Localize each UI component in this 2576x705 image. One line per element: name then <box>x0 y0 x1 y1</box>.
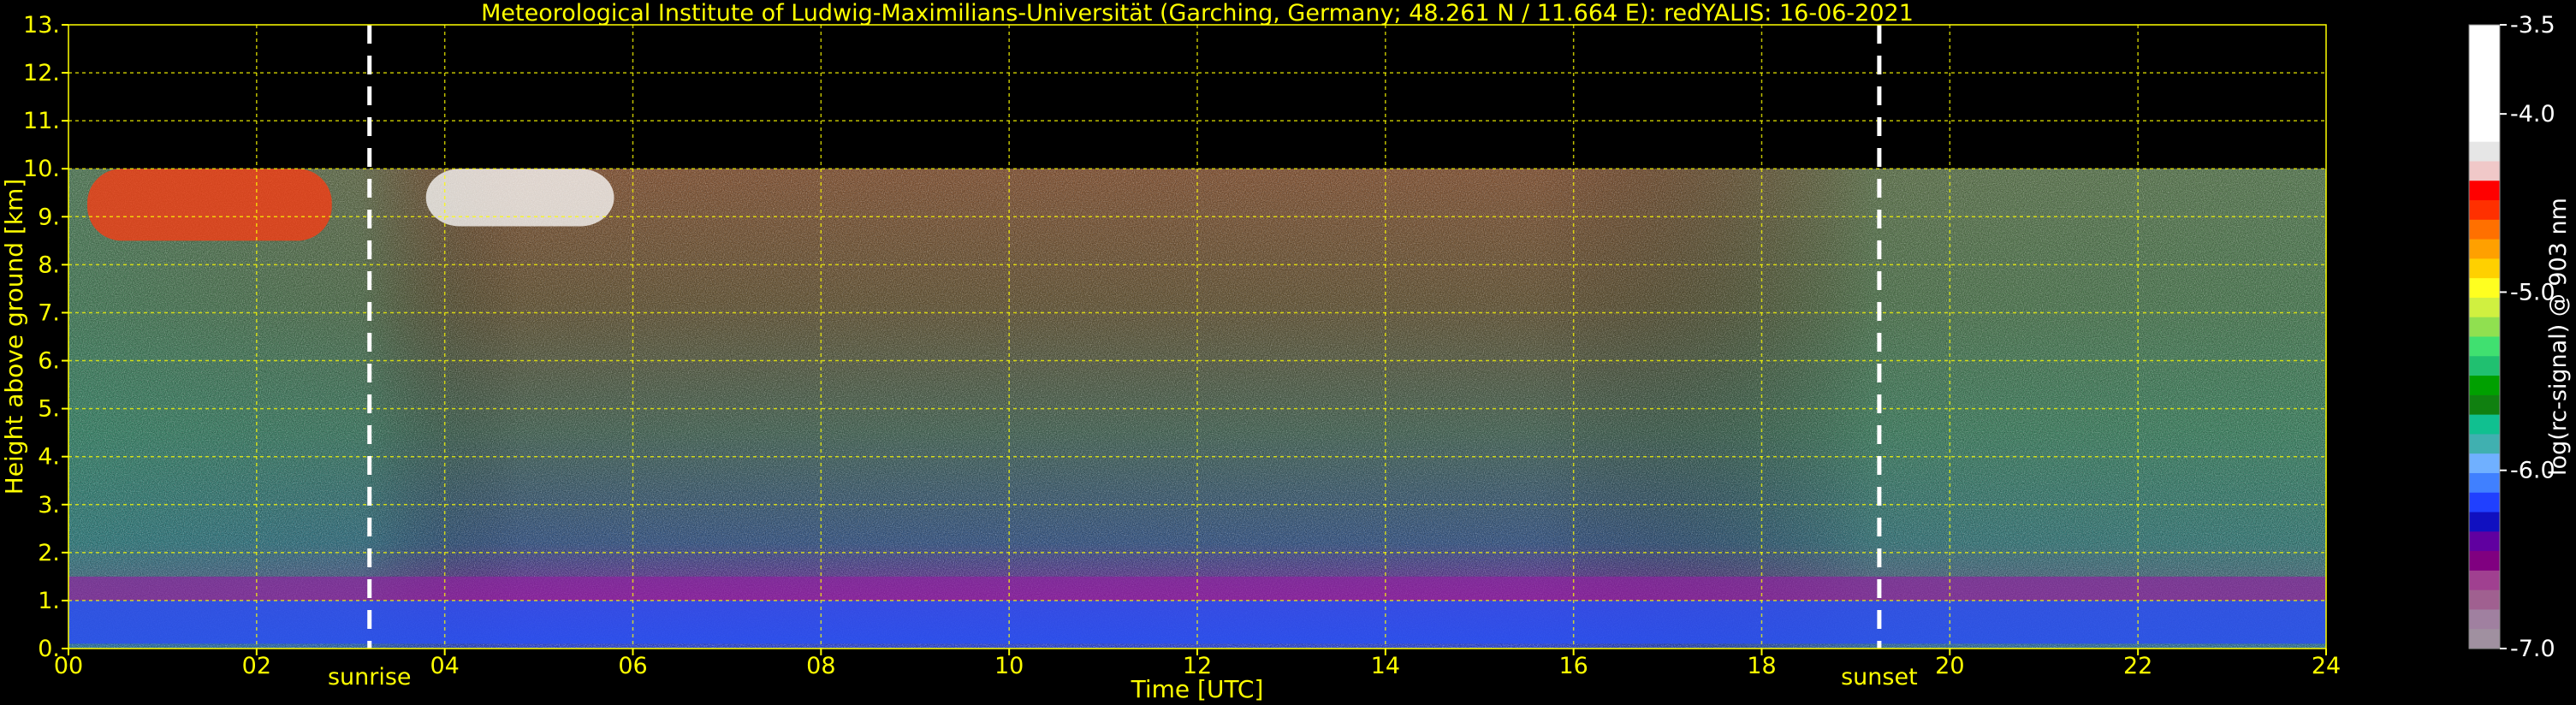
y-tick-label: 4. <box>38 444 60 471</box>
y-tick-label: 11. <box>23 108 60 134</box>
y-tick-label: 12. <box>23 60 60 86</box>
layer-cirrus <box>425 169 614 227</box>
x-tick-label: 22 <box>2123 653 2152 679</box>
colorbar-segment <box>2469 200 2500 221</box>
colorbar-segment <box>2469 414 2500 435</box>
y-tick-label: 10. <box>23 156 60 182</box>
x-tick-label: 14 <box>1371 653 1400 679</box>
x-tick-label: 18 <box>1747 653 1776 679</box>
y-tick-label: 7. <box>38 299 60 326</box>
colorbar-segment <box>2469 121 2500 143</box>
x-tick-label: 04 <box>430 653 459 679</box>
layer-cirrus <box>86 169 332 241</box>
colorbar-segment <box>2469 336 2500 357</box>
colorbar-label: log(rc-signal) @ 903 nm <box>2545 198 2572 476</box>
colorbar-segment <box>2469 25 2500 45</box>
chart-title: Meteorological Institute of Ludwig-Maxim… <box>481 0 1914 27</box>
y-tick-label: 5. <box>38 396 60 423</box>
colorbar-segment <box>2469 531 2500 552</box>
colorbar-segment <box>2469 239 2500 259</box>
colorbar-segment <box>2469 492 2500 513</box>
colorbar-segment <box>2469 63 2500 84</box>
x-tick-label: 08 <box>806 653 835 679</box>
colorbar-segment <box>2469 297 2500 318</box>
colorbar-segment <box>2469 44 2500 65</box>
y-tick-label: 8. <box>38 252 60 278</box>
colorbar-tick-label: -4.0 <box>2510 101 2555 127</box>
colorbar-segment <box>2469 258 2500 279</box>
y-tick-label: 0. <box>38 636 60 662</box>
colorbar-segment <box>2469 609 2500 630</box>
y-tick-label: 3. <box>38 492 60 518</box>
y-tick-label: 1. <box>38 588 60 614</box>
x-tick-label: 20 <box>1935 653 1964 679</box>
colorbar-segment <box>2469 181 2500 201</box>
colorbar-segment <box>2469 376 2500 396</box>
colorbar-segment <box>2469 434 2500 454</box>
sunset-label: sunset <box>1841 664 1918 690</box>
colorbar-segment <box>2469 394 2500 416</box>
colorbar-segment <box>2469 356 2500 376</box>
x-axis-label: Time [UTC] <box>1131 675 1264 703</box>
colorbar-segment <box>2469 219 2500 240</box>
colorbar-segment <box>2469 551 2500 572</box>
x-tick-label: 02 <box>242 653 271 679</box>
y-tick-label: 13. <box>23 12 60 39</box>
colorbar-tick-label: -3.5 <box>2510 12 2555 39</box>
y-tick-label: 2. <box>38 540 60 566</box>
colorbar-segment <box>2469 453 2500 474</box>
colorbar-segment <box>2469 512 2500 532</box>
colorbar-segment <box>2469 83 2500 104</box>
lidar-chart: sunrise sunset00 02 04 06 08 10 12 14 16 18 20 22 240… <box>0 0 2572 703</box>
colorbar-segment <box>2469 141 2500 163</box>
y-axis-label: Height above ground [km] <box>0 179 28 495</box>
colorbar-segment <box>2469 472 2500 494</box>
colorbar-segment <box>2469 278 2500 299</box>
x-tick-label: 10 <box>994 653 1024 679</box>
sunrise-label: sunrise <box>328 664 412 690</box>
colorbar-tick-label: -7.0 <box>2510 636 2555 662</box>
y-tick-label: 6. <box>38 348 60 375</box>
x-tick-label: 24 <box>2312 653 2341 679</box>
y-tick-label: 9. <box>38 204 60 230</box>
colorbar-segment <box>2469 103 2500 123</box>
colorbar-segment <box>2469 629 2500 649</box>
x-tick-label: 16 <box>1558 653 1588 679</box>
colorbar-segment <box>2469 570 2500 591</box>
colorbar-segment <box>2469 161 2500 181</box>
x-tick-label: 06 <box>618 653 647 679</box>
colorbar-segment <box>2469 317 2500 338</box>
colorbar-segment <box>2469 589 2500 611</box>
